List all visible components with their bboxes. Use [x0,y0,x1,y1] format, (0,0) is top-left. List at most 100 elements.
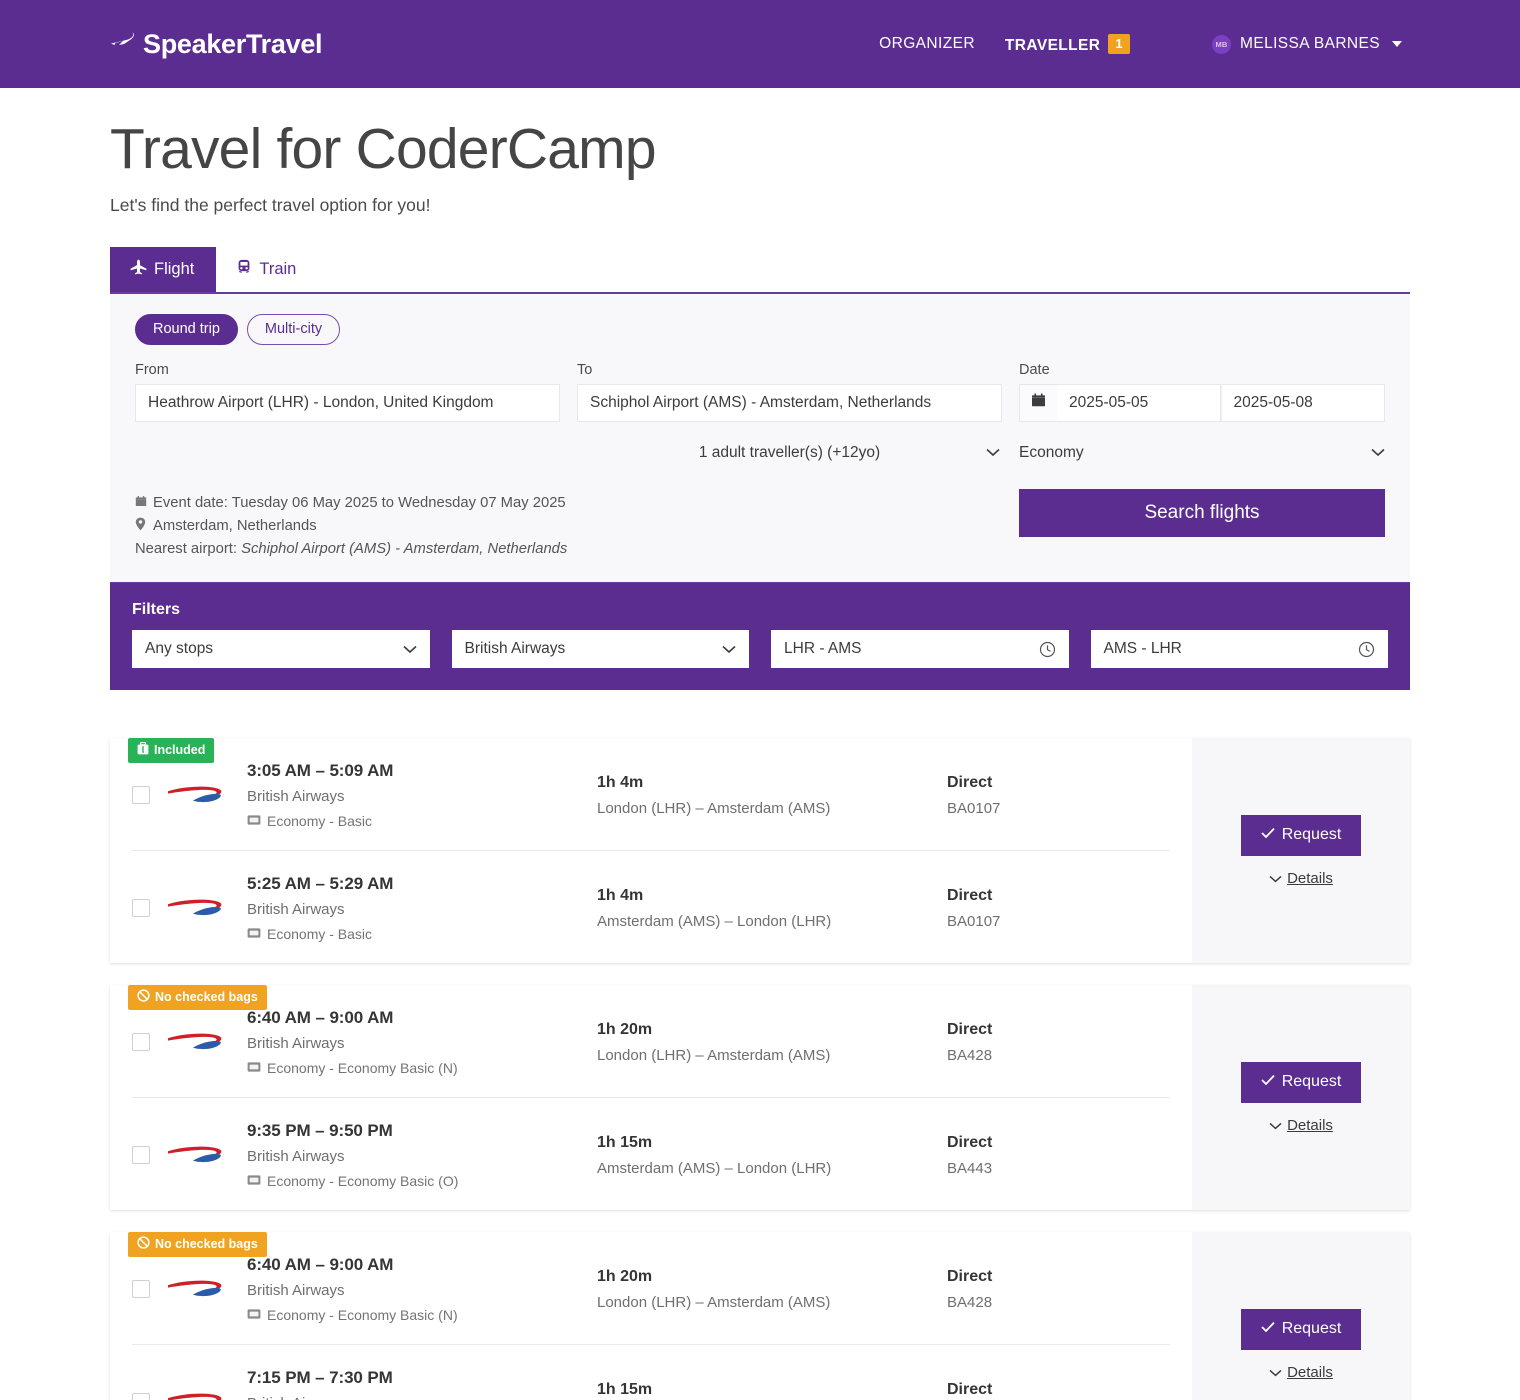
nav-link-organizer[interactable]: ORGANIZER [879,35,975,53]
filter-return-time-value: AMS - LHR [1103,640,1182,658]
leg-checkbox[interactable] [132,899,150,918]
filter-airline-select[interactable]: British Airways [451,630,749,669]
leg-checkbox[interactable] [132,1280,150,1299]
flight-legs: 3:05 AM – 5:09 AM British Airways Econom… [110,738,1192,963]
search-fields-row-2: 1 adult traveller(s) (+12yo) Economy [135,434,1385,472]
leg-duration-group: 1h 15m Amsterdam (AMS) – London (LHR) [597,1134,947,1177]
search-panel: Flight Train Round trip Multi-city From … [110,246,1410,584]
leg-route: London (LHR) – Amsterdam (AMS) [597,799,831,817]
seat-ticket-icon [247,813,261,829]
location-pin-icon [135,516,148,538]
brand-logo[interactable]: SpeakerTravel [110,28,323,60]
leg-select-group [132,1139,247,1172]
user-menu[interactable]: MB MELISSA BARNES [1212,34,1402,54]
leg-checkbox[interactable] [132,786,150,805]
leg-schedule: 6:40 AM – 9:00 AM British Airways Econom… [247,1008,597,1076]
cabin-class-select[interactable]: Economy [1019,434,1385,472]
tab-train[interactable]: Train [216,247,318,292]
leg-stops: Direct [947,1133,993,1151]
leg-times: 6:40 AM – 9:00 AM [247,1008,394,1028]
calendar-icon [135,493,148,515]
leg-select-group [132,1386,247,1400]
leg-cabin: Economy - Basic [247,813,597,829]
flight-legs: 6:40 AM – 9:00 AM British Airways Econom… [110,985,1192,1210]
from-input[interactable] [135,383,560,422]
nav-link-traveller[interactable]: TRAVELLER 1 [1005,33,1131,55]
british-airways-logo-icon [165,1386,227,1400]
request-button-label: Request [1281,1319,1342,1337]
chevron-down-icon [402,645,417,654]
no-bags-icon [137,989,150,1005]
request-button[interactable]: Request [1240,1308,1362,1350]
details-toggle-label: Details [1287,1116,1333,1134]
travellers-select-value: 1 adult traveller(s) (+12yo) [698,443,881,461]
flight-result-card: No checked bags 6:40 AM – 9:00 AM Britis… [110,1232,1410,1400]
leg-checkbox[interactable] [132,1393,150,1400]
to-input[interactable] [577,383,1002,422]
calendar-icon [1031,393,1046,413]
leg-select-group [132,779,247,812]
leg-flight-number: BA428 [947,1293,993,1311]
details-toggle[interactable]: Details [1269,870,1333,887]
result-badge-label: No checked bags [155,990,258,1005]
request-button[interactable]: Request [1240,814,1362,856]
leg-stops-group: Direct BA428 [947,1268,1170,1311]
leg-select-group [132,1026,247,1059]
search-flights-button[interactable]: Search flights [1019,488,1385,537]
flight-leg-row: 7:15 PM – 7:30 PM British Airways Econom… [132,1344,1170,1400]
filter-stops-value: Any stops [145,640,214,658]
chevron-down-icon [1269,870,1282,887]
leg-cabin-label: Economy - Economy Basic (N) [267,1307,458,1324]
plane-icon [130,259,147,280]
nearest-airport-label: Nearest airport: [135,541,237,558]
page-subtitle: Let's find the perfect travel option for… [110,194,431,215]
request-button[interactable]: Request [1240,1061,1362,1103]
travellers-select[interactable]: 1 adult traveller(s) (+12yo) [577,434,1002,472]
leg-checkbox[interactable] [132,1033,150,1052]
british-airways-logo-icon [165,892,227,925]
flight-leg-row: 3:05 AM – 5:09 AM British Airways Econom… [132,738,1170,850]
calendar-icon-button[interactable] [1019,383,1057,422]
date-field-group: Date [1019,362,1385,422]
request-button-label: Request [1281,825,1342,843]
filter-outbound-time-value: LHR - AMS [784,640,862,658]
trip-type-round-trip[interactable]: Round trip [135,313,238,345]
flight-leg-row: 6:40 AM – 9:00 AM British Airways Econom… [132,985,1170,1097]
leg-route: London (LHR) – Amsterdam (AMS) [597,1293,831,1311]
return-date-input[interactable] [1220,383,1385,422]
leg-duration: 1h 20m [597,1267,653,1285]
avatar: MB [1212,34,1232,54]
leg-times: 9:35 PM – 9:50 PM [247,1121,393,1141]
chevron-down-icon [1392,41,1402,47]
leg-flight-number: BA0107 [947,799,1001,817]
clock-icon [1039,641,1056,658]
filter-outbound-time-input[interactable]: LHR - AMS [771,630,1069,669]
depart-date-input[interactable] [1057,383,1221,422]
filter-stops-select[interactable]: Any stops [132,630,430,669]
event-date-text: Event date: Tuesday 06 May 2025 to Wedne… [153,494,566,511]
filter-return-time-input[interactable]: AMS - LHR [1090,630,1388,669]
filters-controls: Any stops British Airways LHR - AMS AMS … [132,630,1388,669]
result-actions: Request Details [1192,985,1410,1211]
trip-type-multi-city[interactable]: Multi-city [246,313,341,345]
result-actions: Request Details [1192,738,1410,964]
leg-times: 5:25 AM – 5:29 AM [247,874,394,894]
leg-cabin-label: Economy - Basic [267,926,373,943]
brand-name: SpeakerTravel [143,28,323,59]
airplane-logo-icon [110,29,140,60]
details-toggle-label: Details [1287,1363,1333,1381]
details-toggle[interactable]: Details [1269,1364,1333,1381]
result-badge-green: Included [128,738,215,764]
nearest-airport-line: Nearest airport: Schiphol Airport (AMS) … [135,538,1002,560]
flight-leg-row: 5:25 AM – 5:29 AM British Airways Econom… [132,850,1170,963]
tab-flight[interactable]: Flight [110,246,217,292]
no-bags-icon [137,1236,150,1252]
seat-ticket-icon [247,1173,261,1189]
leg-stops-group: Direct BA437 [947,1381,1170,1400]
leg-checkbox[interactable] [132,1146,150,1165]
leg-duration: 1h 4m [597,773,644,791]
leg-stops-group: Direct BA0107 [947,774,1170,817]
leg-stops: Direct [947,773,993,791]
details-toggle[interactable]: Details [1269,1117,1333,1134]
leg-cabin-label: Economy - Basic [267,813,373,830]
